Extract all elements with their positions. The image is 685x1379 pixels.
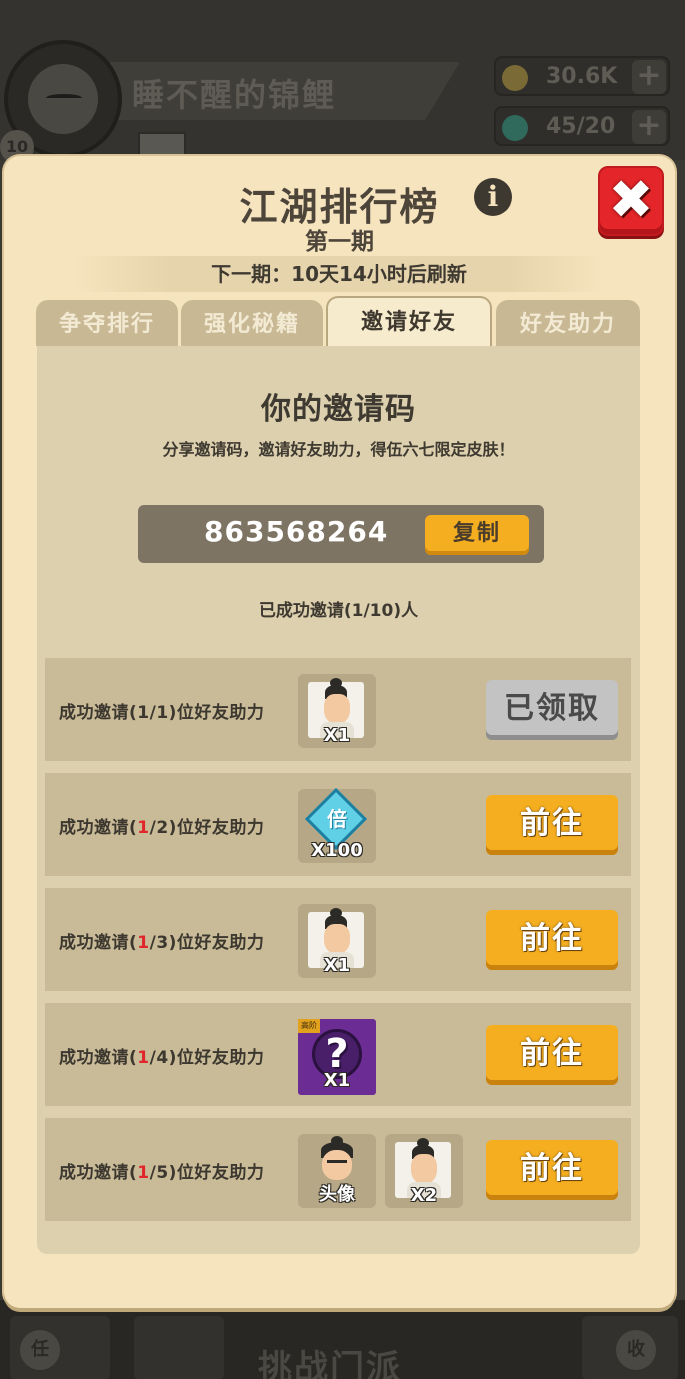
bottom-nav-tasks-tag: 任 <box>20 1330 60 1370</box>
tab-enhance[interactable]: 强化秘籍 <box>181 300 323 346</box>
reward-row-label: 成功邀请(1/3)位好友助力 <box>59 928 264 953</box>
reward-item-character[interactable]: X1 <box>298 904 376 978</box>
go-button[interactable]: 前往 <box>486 1025 618 1085</box>
go-button[interactable]: 前往 <box>486 910 618 970</box>
add-energy-button[interactable]: + <box>632 110 666 144</box>
go-button[interactable]: 前往 <box>486 795 618 855</box>
reward-row: 成功邀请(1/1)位好友助力 X1 已领取 <box>45 658 631 761</box>
bottom-nav-cultivate[interactable] <box>134 1316 224 1379</box>
label-prefix: 成功邀请( <box>59 703 138 723</box>
label-prefix: 成功邀请( <box>59 1163 138 1183</box>
reward-item-mystery[interactable]: 高阶 ? X1 <box>298 1019 376 1095</box>
reward-row-label: 成功邀请(1/1)位好友助力 <box>59 698 264 723</box>
reward-item-avatar[interactable]: 头像 <box>298 1134 376 1208</box>
reward-qty: X1 <box>323 955 351 976</box>
claimed-button[interactable]: 已领取 <box>486 680 618 740</box>
character-head <box>324 924 350 954</box>
tab-invite-friends[interactable]: 邀请好友 <box>326 296 492 346</box>
reward-row: 成功邀请(1/2)位好友助力 倍 X100 前往 <box>45 773 631 876</box>
energy-resource-bar: 45/20 + <box>494 106 670 146</box>
reward-item-character[interactable]: X2 <box>385 1134 463 1208</box>
character-head <box>324 694 350 724</box>
copy-button[interactable]: 复制 <box>425 515 529 555</box>
tab-bar: 争夺排行 强化秘籍 邀请好友 好友助力 <box>36 296 644 346</box>
reward-item-character[interactable]: X1 <box>298 674 376 748</box>
reward-qty: X100 <box>311 840 363 861</box>
label-suffix: /3)位好友助力 <box>149 933 265 953</box>
close-button[interactable]: ✖ <box>598 166 664 236</box>
label-current: 1 <box>137 703 150 723</box>
add-coin-button[interactable]: + <box>632 60 666 94</box>
tab-friend-assist[interactable]: 好友助力 <box>496 300 640 346</box>
avatar-portrait-icon <box>314 1136 360 1184</box>
invite-content: 你的邀请码 分享邀请码，邀请好友助力，得伍六七限定皮肤！ 863568264 复… <box>37 346 640 1254</box>
reward-row: 成功邀请(1/4)位好友助力 高阶 ? X1 前往 <box>45 1003 631 1106</box>
go-button[interactable]: 前往 <box>486 1140 618 1200</box>
reward-item-multiplier[interactable]: 倍 X100 <box>298 787 376 863</box>
reward-row: 成功邀请(1/5)位好友助力 头像 X2 前往 <box>45 1118 631 1221</box>
energy-icon <box>502 115 528 141</box>
energy-value: 45/20 <box>546 114 616 139</box>
close-icon: ✖ <box>608 168 654 231</box>
reward-row: 成功邀请(1/3)位好友助力 X1 前往 <box>45 888 631 991</box>
coin-icon <box>502 65 528 91</box>
invite-code-box: 863568264 复制 <box>138 505 544 563</box>
tab-rank[interactable]: 争夺排行 <box>36 300 178 346</box>
reward-row-label: 成功邀请(1/5)位好友助力 <box>59 1158 264 1183</box>
label-prefix: 成功邀请( <box>59 933 138 953</box>
label-current: 1 <box>137 1163 150 1183</box>
multiplier-glyph: 倍 <box>327 807 347 831</box>
label-prefix: 成功邀请( <box>59 1048 138 1068</box>
reward-row-label: 成功邀请(1/2)位好友助力 <box>59 813 264 838</box>
invite-code: 863568264 <box>204 515 389 548</box>
leaderboard-panel: 江湖排行榜 i 第一期 ✖ 下一期：10天14小时后刷新 争夺排行 强化秘籍 邀… <box>4 156 675 1308</box>
bottom-nav-collect-tag: 收 <box>616 1330 656 1370</box>
label-suffix: /5)位好友助力 <box>149 1163 265 1183</box>
invite-heading: 你的邀请码 <box>261 392 416 427</box>
label-current: 1 <box>137 933 150 953</box>
panel-subtitle: 第一期 <box>305 229 374 255</box>
label-suffix: /2)位好友助力 <box>149 818 265 838</box>
reward-qty: 头像 <box>319 1184 355 1205</box>
portrait-eyes <box>327 1160 347 1166</box>
coin-resource-bar: 30.6K + <box>494 56 670 96</box>
bottom-nav-challenge-label[interactable]: 挑战门派 <box>258 1340 402 1379</box>
refresh-notice: 下一期：10天14小时后刷新 <box>74 256 604 292</box>
reward-qty: X1 <box>323 725 351 746</box>
avatar-eyes <box>46 94 82 102</box>
label-prefix: 成功邀请( <box>59 818 138 838</box>
label-current: 1 <box>137 1048 150 1068</box>
player-name: 睡不醒的锦鲤 <box>132 76 337 114</box>
label-suffix: /1)位好友助力 <box>149 703 265 723</box>
reward-row-label: 成功邀请(1/4)位好友助力 <box>59 1043 264 1068</box>
reward-qty: X1 <box>323 1070 351 1091</box>
coin-value: 30.6K <box>546 64 618 89</box>
label-suffix: /4)位好友助力 <box>149 1048 265 1068</box>
bottom-nav: 任 挑战门派 收 <box>0 1300 685 1379</box>
label-current: 1 <box>137 818 150 838</box>
invited-summary: 已成功邀请(1/10)人 <box>258 601 419 621</box>
invite-description: 分享邀请码，邀请好友助力，得伍六七限定皮肤！ <box>162 440 515 459</box>
character-head <box>411 1154 437 1184</box>
reward-qty: X2 <box>410 1185 438 1206</box>
info-icon[interactable]: i <box>474 178 512 216</box>
